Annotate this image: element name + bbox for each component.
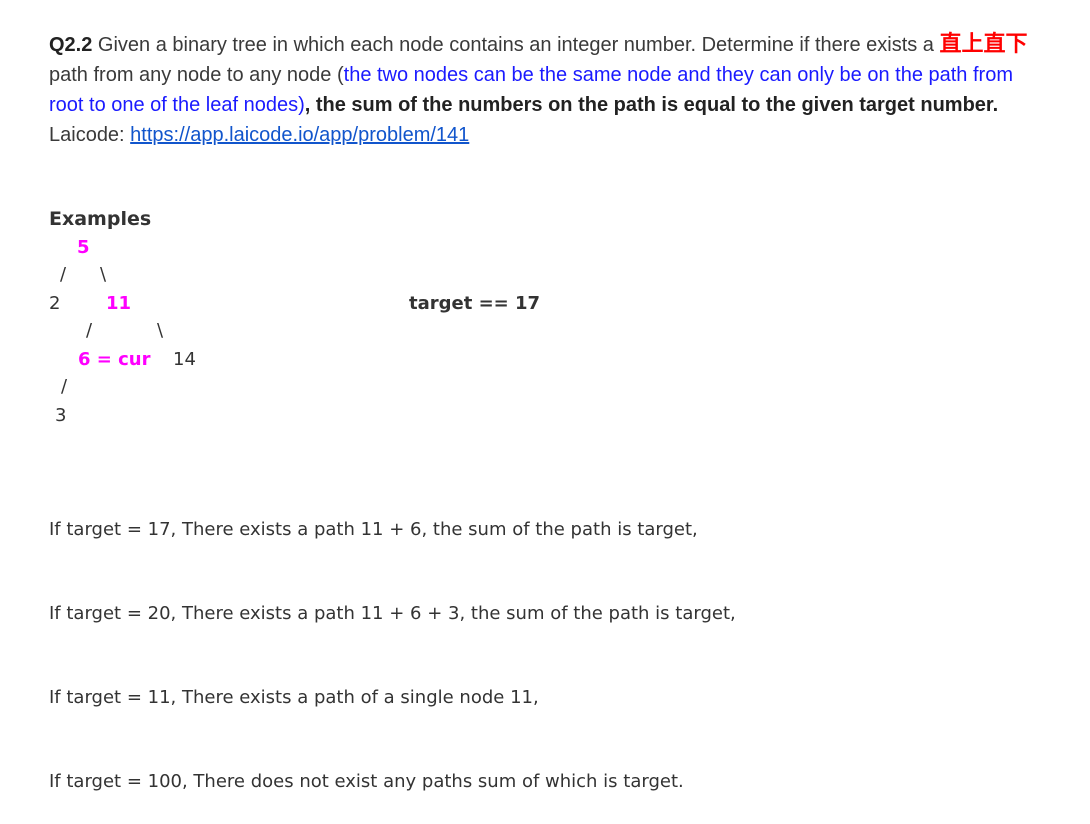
problem-intro: Given a binary tree in which each node c… — [92, 34, 940, 56]
question-number: Q2.2 — [49, 34, 93, 56]
problem-statement: Q2.2 Given a binary tree in which each n… — [49, 30, 1049, 150]
example-line-3: If target = 11, There exists a path of a… — [49, 687, 539, 708]
tree-edge-root-left: / — [60, 264, 67, 285]
laicode-link[interactable]: https://app.laicode.io/app/problem/141 — [130, 124, 469, 146]
problem-mid: path from any node to any node ( — [49, 64, 344, 86]
example-list: If target = 17, There exists a path 11 +… — [49, 460, 736, 824]
example-line-2: If target = 20, There exists a path 11 +… — [49, 603, 736, 624]
tree-edge-cur-left: / — [61, 376, 68, 397]
example-line-1: If target = 17, There exists a path 11 +… — [49, 519, 698, 540]
tree-node-left: 2 — [49, 293, 61, 314]
examples-heading: Examples — [49, 208, 152, 230]
tree-node-root: 5 — [77, 237, 90, 258]
target-label: target == 17 — [409, 293, 541, 314]
problem-comma: , the sum of the numbers on the path — [304, 94, 662, 116]
example-line-4: If target = 100, There does not exist an… — [49, 771, 684, 792]
problem-strong: is equal to the given target number. — [661, 94, 999, 116]
laicode-label: Laicode: — [49, 124, 131, 146]
tree-edge-right-right: \ — [157, 320, 164, 341]
tree-node-right: 11 — [106, 293, 132, 314]
tree-edge-root-right: \ — [100, 264, 107, 285]
tree-node-right-right: 14 — [173, 349, 196, 370]
tree-node-leaf: 3 — [55, 405, 67, 426]
tree-node-cur: 6 = cur — [78, 349, 151, 370]
chinese-term: 直上直下 — [939, 32, 1028, 57]
tree-edge-right-left: / — [86, 320, 93, 341]
